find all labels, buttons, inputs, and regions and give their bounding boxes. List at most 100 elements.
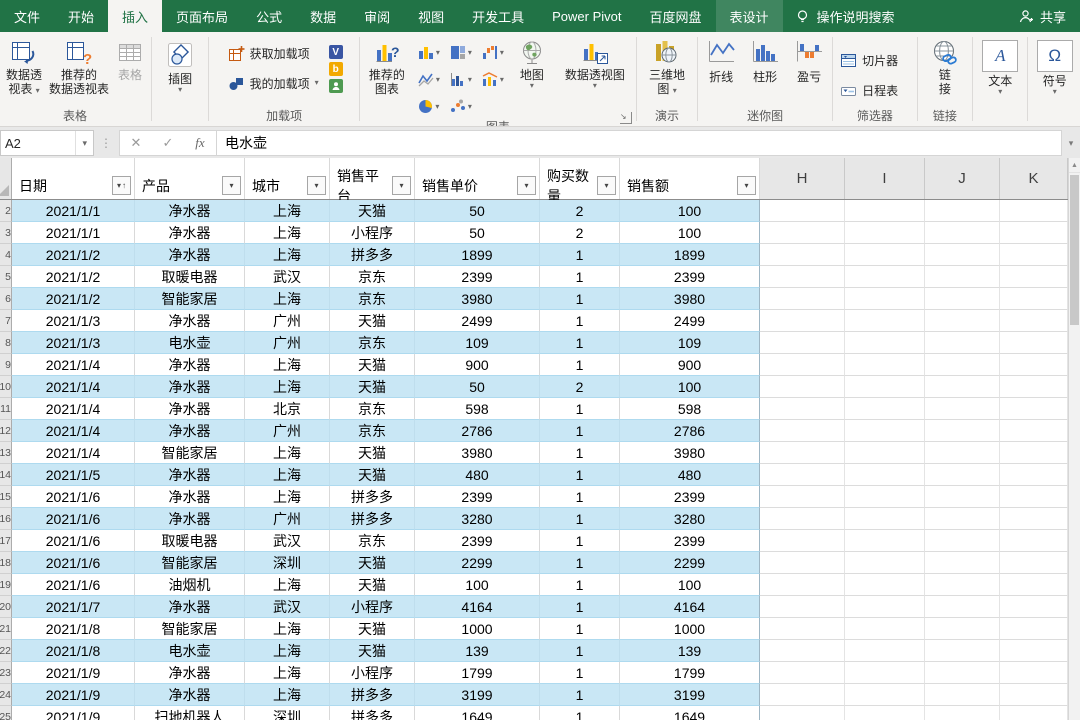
cell[interactable]: 100 [620,222,760,244]
row-number[interactable]: 21 [0,618,12,640]
cell-empty[interactable] [760,354,845,376]
sparkline-column-button[interactable]: 柱形 [743,35,787,85]
cell[interactable]: 1 [540,244,620,266]
cell-empty[interactable] [1000,530,1068,552]
cell[interactable]: 139 [415,640,540,662]
cell[interactable]: 京东 [330,398,415,420]
cell[interactable]: 2399 [620,530,760,552]
cell-empty[interactable] [925,618,1000,640]
cell-empty[interactable] [845,706,925,720]
cell-empty[interactable] [925,574,1000,596]
cell-empty[interactable] [845,244,925,266]
cell[interactable]: 小程序 [330,596,415,618]
cell[interactable]: 深圳 [245,706,330,720]
cell[interactable]: 2021/1/9 [12,662,135,684]
cell[interactable]: 上海 [245,640,330,662]
cell[interactable]: 139 [620,640,760,662]
cell-empty[interactable] [760,508,845,530]
cell-empty[interactable] [1000,640,1068,662]
cell-empty[interactable] [760,486,845,508]
cell[interactable]: 4164 [620,596,760,618]
cell[interactable]: 1 [540,332,620,354]
cell-empty[interactable] [845,420,925,442]
cell[interactable]: 50 [415,376,540,398]
cell-empty[interactable] [1000,420,1068,442]
bing-addin-icon[interactable]: b [329,62,343,76]
cell[interactable]: 3199 [415,684,540,706]
cell-empty[interactable] [925,464,1000,486]
cell-empty[interactable] [925,508,1000,530]
row-number[interactable]: 6 [0,288,12,310]
filter-sort-asc-button[interactable]: ▾↑ [112,176,131,195]
cell[interactable]: 拼多多 [330,508,415,530]
cell[interactable]: 广州 [245,508,330,530]
cell[interactable]: 1 [540,596,620,618]
cell-empty[interactable] [845,684,925,706]
filter-dropdown-button[interactable]: ▾ [307,176,326,195]
get-addins-button[interactable]: 获取加载项 [226,41,321,65]
row-number[interactable]: 22 [0,640,12,662]
cell[interactable]: 京东 [330,266,415,288]
cell[interactable]: 3980 [415,288,540,310]
table-button-disabled[interactable]: 表格 [110,35,150,82]
cell[interactable]: 智能家居 [135,552,245,574]
cell[interactable]: 1 [540,618,620,640]
filter-dropdown-button[interactable]: ▾ [597,176,616,195]
symbols-button[interactable]: Ω 符号 ▾ [1032,35,1078,96]
row-number[interactable]: 16 [0,508,12,530]
cell[interactable]: 2021/1/7 [12,596,135,618]
cell-empty[interactable] [1000,552,1068,574]
cell[interactable]: 1 [540,508,620,530]
cell[interactable]: 天猫 [330,200,415,222]
cancel-icon[interactable]: ✕ [120,135,152,151]
cell-empty[interactable] [925,596,1000,618]
sparkline-winloss-button[interactable]: 盈亏 [787,35,831,85]
filter-dropdown-button[interactable]: ▾ [517,176,536,195]
cell[interactable]: 1000 [415,618,540,640]
cell[interactable]: 天猫 [330,310,415,332]
select-all-corner[interactable] [0,158,12,199]
cell-empty[interactable] [925,530,1000,552]
cell-empty[interactable] [760,464,845,486]
cell-empty[interactable] [845,552,925,574]
cell[interactable]: 3280 [620,508,760,530]
cell[interactable]: 2021/1/8 [12,640,135,662]
cell[interactable]: 1000 [620,618,760,640]
cell[interactable]: 598 [620,398,760,420]
cell[interactable]: 1 [540,662,620,684]
cell-empty[interactable] [845,200,925,222]
cell[interactable]: 2021/1/9 [12,684,135,706]
cell-empty[interactable] [845,222,925,244]
cell-empty[interactable] [845,596,925,618]
scrollbar-thumb[interactable] [1070,175,1079,325]
illustrations-button[interactable]: 插图 ▾ [155,35,205,94]
row-number[interactable]: 17 [0,530,12,552]
cell[interactable]: 净水器 [135,398,245,420]
filter-dropdown-button[interactable]: ▾ [392,176,411,195]
cell[interactable]: 2021/1/9 [12,706,135,720]
cell-empty[interactable] [760,332,845,354]
cell-empty[interactable] [925,200,1000,222]
cell[interactable]: 100 [415,574,540,596]
cell[interactable]: 1649 [620,706,760,720]
cell-empty[interactable] [845,574,925,596]
cell[interactable]: 3980 [415,442,540,464]
cell[interactable]: 天猫 [330,640,415,662]
cell[interactable]: 2021/1/1 [12,200,135,222]
cell-empty[interactable] [760,244,845,266]
row-number[interactable]: 11 [0,398,12,420]
cell[interactable]: 电水壶 [135,332,245,354]
cell-empty[interactable] [845,442,925,464]
cell-empty[interactable] [760,596,845,618]
cell[interactable]: 上海 [245,354,330,376]
cell-empty[interactable] [1000,398,1068,420]
cell[interactable]: 2399 [415,266,540,288]
formula-bar-expand-icon[interactable]: ▾ [1062,138,1080,149]
cell[interactable]: 2399 [415,486,540,508]
my-addins-button[interactable]: 我的加载项 ▾ [226,71,321,95]
cell[interactable]: 480 [620,464,760,486]
cell[interactable]: 2021/1/4 [12,376,135,398]
cell[interactable]: 2021/1/2 [12,288,135,310]
cell[interactable]: 2021/1/1 [12,222,135,244]
cell[interactable]: 上海 [245,288,330,310]
